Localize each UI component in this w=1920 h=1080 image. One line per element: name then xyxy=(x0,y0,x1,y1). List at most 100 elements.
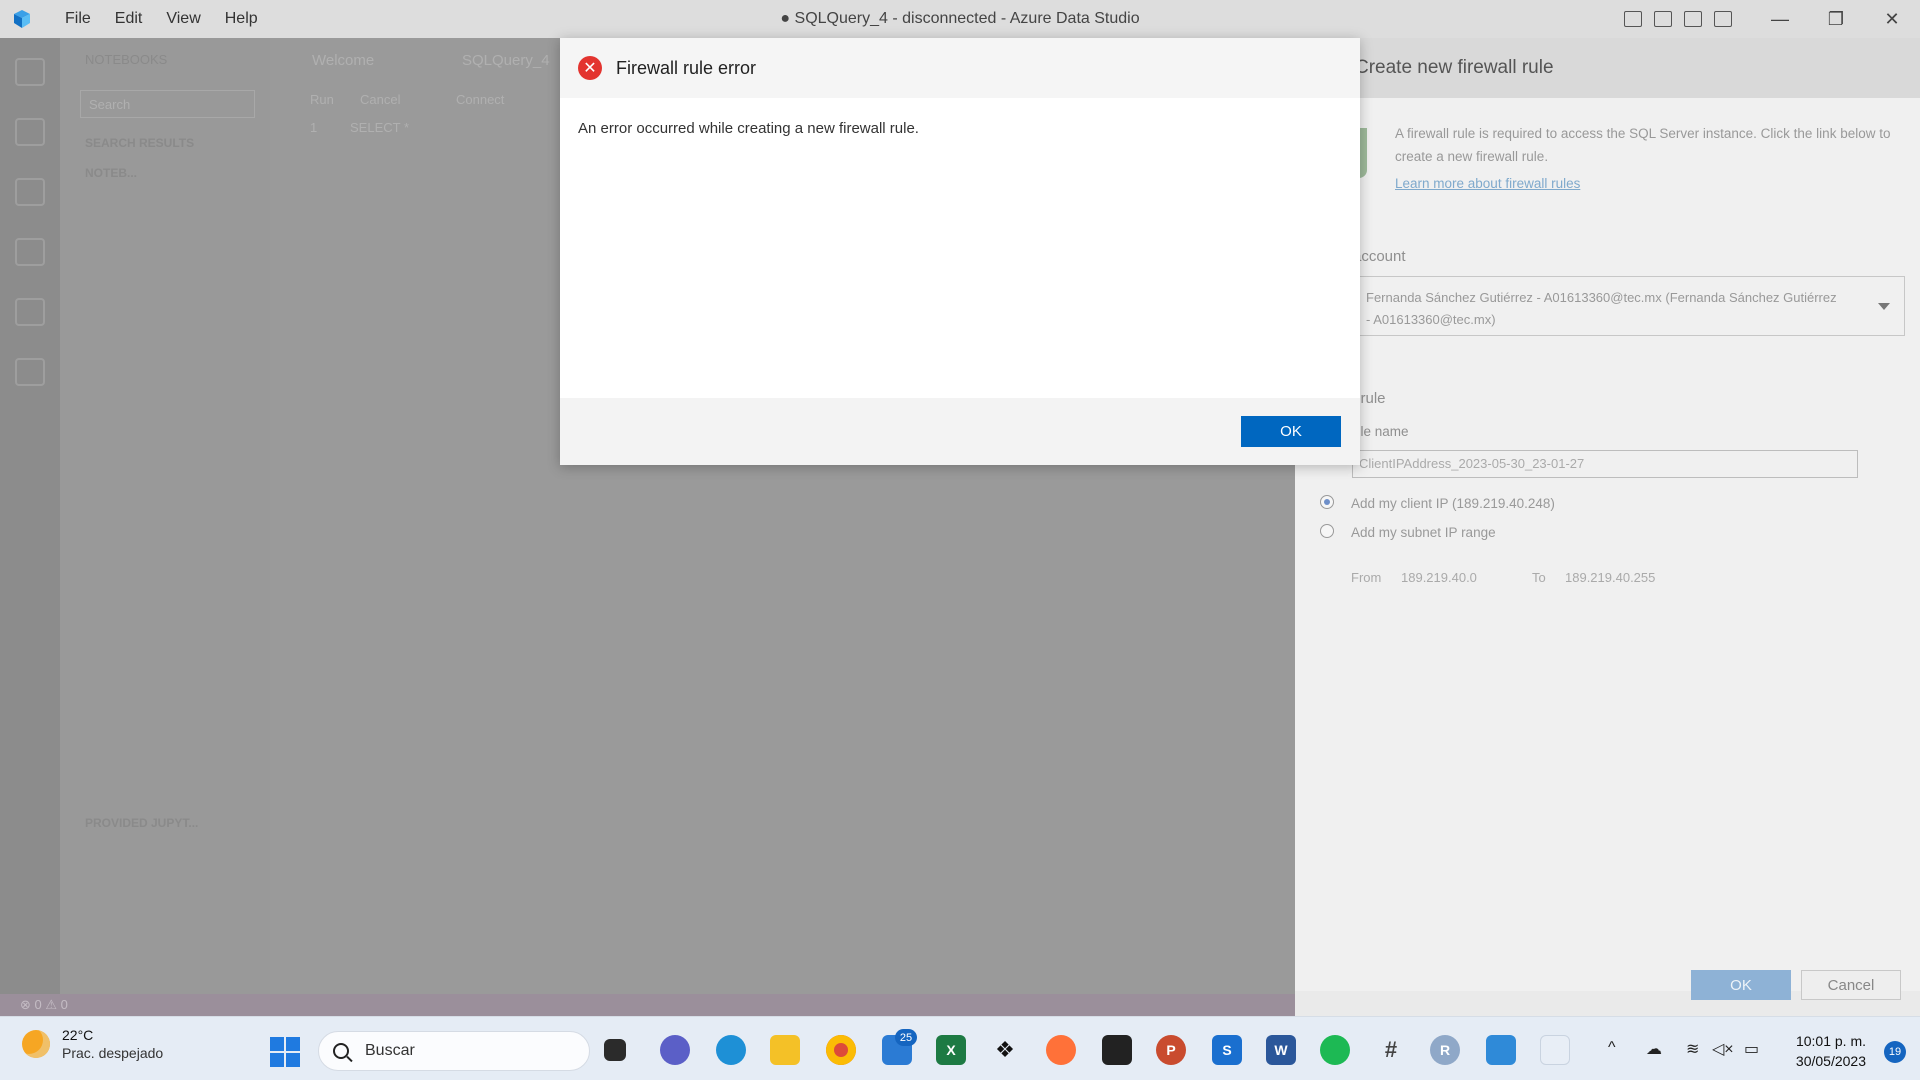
menu-edit[interactable]: Edit xyxy=(103,0,155,38)
account-dropdown[interactable]: Fernanda Sánchez Gutiérrez - A01613360@t… xyxy=(1353,276,1905,336)
to-ip-value[interactable]: 189.219.40.255 xyxy=(1565,570,1655,585)
learn-more-link[interactable]: Learn more about firewall rules xyxy=(1395,176,1580,191)
system-clock[interactable]: 10:01 p. m. 30/05/2023 xyxy=(1796,1031,1866,1071)
rule-name-label: ule name xyxy=(1353,424,1409,439)
firefox-icon[interactable] xyxy=(1046,1035,1076,1065)
status-bar: ⊗ 0 ⚠ 0 xyxy=(0,994,1295,1016)
mail-badge: 25 xyxy=(895,1029,917,1046)
subnet-ip-radio-label: Add my subnet IP range xyxy=(1351,525,1496,540)
start-button[interactable] xyxy=(270,1037,300,1067)
excel-icon[interactable]: X xyxy=(936,1035,966,1065)
clock-date: 30/05/2023 xyxy=(1795,1053,1866,1069)
connections-icon[interactable] xyxy=(15,238,45,266)
weather-sun-icon xyxy=(22,1030,50,1058)
provided-jupyter-section-header[interactable]: PROVIDED JUPYT... xyxy=(85,816,198,830)
cancel-query-button[interactable]: Cancel xyxy=(360,92,400,107)
taskbar: 22°C Prac. despejado Buscar 25 X ❖ P S W… xyxy=(0,1016,1920,1080)
notebooks-icon[interactable] xyxy=(15,178,45,206)
menu-help[interactable]: Help xyxy=(213,0,270,38)
window-controls: — ❐ ✕ xyxy=(1618,0,1920,38)
weather-widget[interactable]: 22°C Prac. despejado xyxy=(22,1027,163,1061)
chrome-icon[interactable] xyxy=(826,1035,856,1065)
battery-icon[interactable]: ▭ xyxy=(1744,1039,1759,1059)
from-label: From xyxy=(1351,570,1382,585)
firewall-ok-button[interactable]: OK xyxy=(1691,970,1791,1000)
dialog-footer: OK xyxy=(560,398,1360,465)
clock-time: 10:01 p. m. xyxy=(1795,1033,1866,1049)
app-s-icon[interactable]: S xyxy=(1212,1035,1242,1065)
r-icon[interactable]: R xyxy=(1430,1035,1460,1065)
azure-data-studio-taskbar-icon[interactable] xyxy=(1486,1035,1516,1065)
azure-data-studio-logo-icon xyxy=(14,10,30,28)
source-control-icon[interactable] xyxy=(15,358,45,386)
notebooks-section-header[interactable]: NOTEB... xyxy=(85,166,137,180)
explorer-icon[interactable] xyxy=(15,58,45,86)
error-icon: ✕ xyxy=(578,56,602,80)
onedrive-icon[interactable]: ☁ xyxy=(1646,1039,1662,1059)
menu-bar: File Edit View Help xyxy=(53,0,270,38)
task-view-icon[interactable] xyxy=(604,1039,626,1061)
weather-temperature: 22°C xyxy=(62,1027,94,1043)
firewall-pane-title: Create new firewall rule xyxy=(1295,38,1920,98)
client-ip-radio[interactable] xyxy=(1320,495,1334,509)
snipping-grid-icon[interactable]: # xyxy=(1376,1035,1406,1065)
customize-layout-icon[interactable] xyxy=(1714,11,1732,27)
line-number: 1 xyxy=(310,120,318,135)
extensions-icon[interactable] xyxy=(15,298,45,326)
firewall-description: A firewall rule is required to access th… xyxy=(1395,126,1891,164)
dialog-message: An error occurred while creating a new f… xyxy=(578,120,919,137)
snipping-tool-icon[interactable] xyxy=(1540,1035,1570,1065)
word-icon[interactable]: W xyxy=(1266,1035,1296,1065)
toggle-sidebar-icon[interactable] xyxy=(1624,11,1642,27)
run-button[interactable]: Run xyxy=(310,92,334,107)
connect-button[interactable]: Connect xyxy=(456,92,504,107)
rule-name-input[interactable]: ClientIPAddress_2023-05-30_23-01-27 xyxy=(1352,450,1858,478)
taskbar-search-placeholder: Buscar xyxy=(365,1042,415,1059)
firewall-error-dialog: ✕ Firewall rule error An error occurred … xyxy=(560,38,1360,465)
dialog-title: Firewall rule error xyxy=(616,57,757,78)
chevron-down-icon xyxy=(1878,303,1890,310)
menu-view[interactable]: View xyxy=(154,0,212,38)
dialog-ok-button[interactable]: OK xyxy=(1241,416,1341,447)
search-results-header[interactable]: SEARCH RESULTS xyxy=(85,136,194,150)
speaker-muted-icon[interactable]: ◁× xyxy=(1712,1039,1734,1059)
editor-line[interactable]: SELECT * xyxy=(350,120,409,135)
file-explorer-icon[interactable] xyxy=(770,1035,800,1065)
client-ip-radio-label: Add my client IP (189.219.40.248) xyxy=(1351,496,1555,511)
toggle-secondary-sidebar-icon[interactable] xyxy=(1684,11,1702,27)
spotify-icon[interactable] xyxy=(1320,1035,1350,1065)
wifi-icon[interactable]: ≋ xyxy=(1686,1039,1699,1059)
taskbar-search[interactable]: Buscar xyxy=(318,1031,590,1071)
notification-badge[interactable]: 19 xyxy=(1884,1041,1906,1063)
close-button[interactable]: ✕ xyxy=(1864,0,1920,38)
dialog-header: ✕ Firewall rule error xyxy=(560,38,1360,98)
problems-status[interactable]: ⊗ 0 ⚠ 0 xyxy=(20,997,68,1013)
firewall-pane-body: A firewall rule is required to access th… xyxy=(1295,98,1920,991)
powerpoint-icon[interactable]: P xyxy=(1156,1035,1186,1065)
teams-chat-icon[interactable] xyxy=(660,1035,690,1065)
restore-button[interactable]: ❐ xyxy=(1808,0,1864,38)
search-icon[interactable] xyxy=(15,118,45,146)
dropbox-icon[interactable]: ❖ xyxy=(990,1035,1020,1065)
from-ip-value[interactable]: 189.219.40.0 xyxy=(1401,570,1477,585)
tab-welcome[interactable]: Welcome xyxy=(312,52,374,69)
account-label: account xyxy=(1353,248,1406,265)
to-label: To xyxy=(1532,570,1546,585)
minimize-button[interactable]: — xyxy=(1752,0,1808,38)
weather-description: Prac. despejado xyxy=(62,1045,164,1061)
search-icon xyxy=(333,1043,349,1059)
tab-sqlquery[interactable]: SQLQuery_4 xyxy=(462,52,550,69)
firewall-cancel-button[interactable]: Cancel xyxy=(1801,970,1901,1000)
subnet-ip-radio[interactable] xyxy=(1320,524,1334,538)
sidebar-search-input[interactable]: Search xyxy=(80,90,255,118)
edge-icon[interactable] xyxy=(716,1035,746,1065)
menu-file[interactable]: File xyxy=(53,0,103,38)
sticky-notes-icon[interactable] xyxy=(1102,1035,1132,1065)
title-bar: File Edit View Help ● SQLQuery_4 - disco… xyxy=(0,0,1920,38)
tray-overflow-icon[interactable]: ^ xyxy=(1608,1039,1616,1057)
toggle-panel-icon[interactable] xyxy=(1654,11,1672,27)
notebooks-sidebar: NOTEBOOKS Search SEARCH RESULTS NOTEB...… xyxy=(60,38,270,994)
account-value: Fernanda Sánchez Gutiérrez - A01613360@t… xyxy=(1366,290,1837,327)
activity-bar xyxy=(0,38,60,994)
sidebar-title: NOTEBOOKS xyxy=(85,52,168,67)
